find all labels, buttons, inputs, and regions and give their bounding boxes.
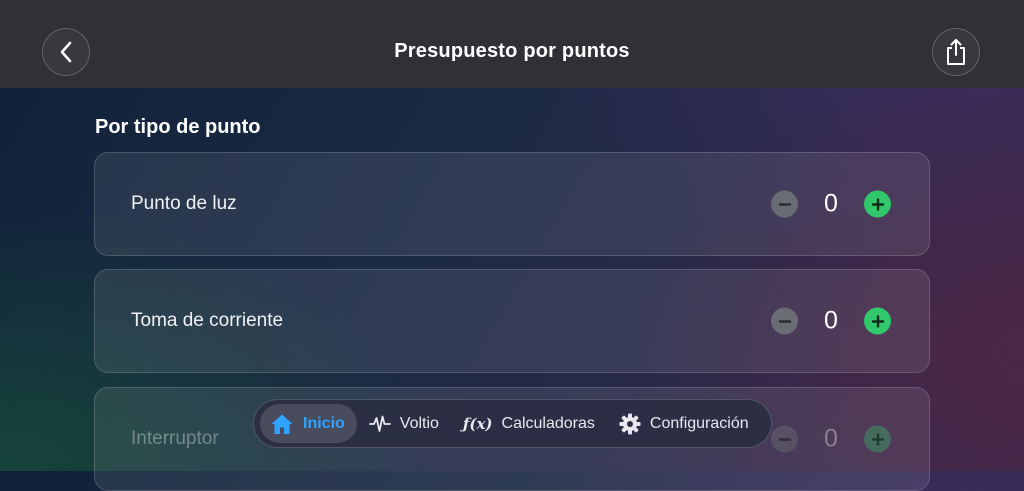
increment-button[interactable] [864, 190, 891, 218]
tab-label: Voltio [399, 414, 439, 432]
quantity-value: 0 [824, 306, 838, 335]
point-row-toma-de-corriente: Toma de corriente 0 [94, 269, 930, 373]
plus-icon [871, 197, 884, 211]
minus-icon [778, 319, 791, 323]
plus-icon [871, 314, 884, 328]
waveform-icon [368, 415, 391, 433]
quantity-stepper: 0 [771, 425, 891, 454]
house-icon [270, 413, 294, 435]
function-icon: ƒ(x) [462, 414, 493, 433]
tab-calculadoras[interactable]: ƒ(x) Calculadoras [451, 404, 607, 443]
tab-label: Inicio [303, 414, 345, 432]
decrement-button[interactable] [771, 190, 798, 218]
gear-icon [619, 413, 641, 435]
minus-icon [778, 437, 791, 441]
tab-label: Configuración [649, 414, 749, 432]
minus-icon [778, 202, 791, 206]
quantity-value: 0 [824, 189, 838, 218]
quantity-value: 0 [824, 424, 838, 453]
tab-bar: Inicio Voltio ƒ(x) Calculadoras Configur… [253, 399, 772, 448]
decrement-button[interactable] [771, 425, 798, 453]
quantity-stepper: 0 [771, 190, 891, 219]
point-label: Punto de luz [131, 193, 237, 214]
page-title: Presupuesto por puntos [394, 40, 630, 62]
increment-button[interactable] [864, 425, 891, 453]
section-title: Por tipo de punto [95, 116, 261, 138]
point-label: Toma de corriente [131, 310, 284, 331]
share-icon [947, 39, 965, 65]
point-label: Interruptor [131, 428, 219, 449]
quantity-stepper: 0 [771, 307, 891, 336]
tab-inicio[interactable]: Inicio [260, 404, 357, 443]
tab-voltio[interactable]: Voltio [357, 404, 451, 443]
plus-icon [871, 432, 884, 446]
tab-label: Calculadoras [501, 414, 595, 432]
tab-configuracion[interactable]: Configuración [607, 404, 761, 443]
increment-button[interactable] [864, 307, 891, 335]
share-button[interactable] [932, 28, 980, 76]
decrement-button[interactable] [771, 307, 798, 335]
navigation-bar: Presupuesto por puntos [0, 0, 1024, 88]
point-row-punto-de-luz: Punto de luz 0 [94, 152, 930, 256]
